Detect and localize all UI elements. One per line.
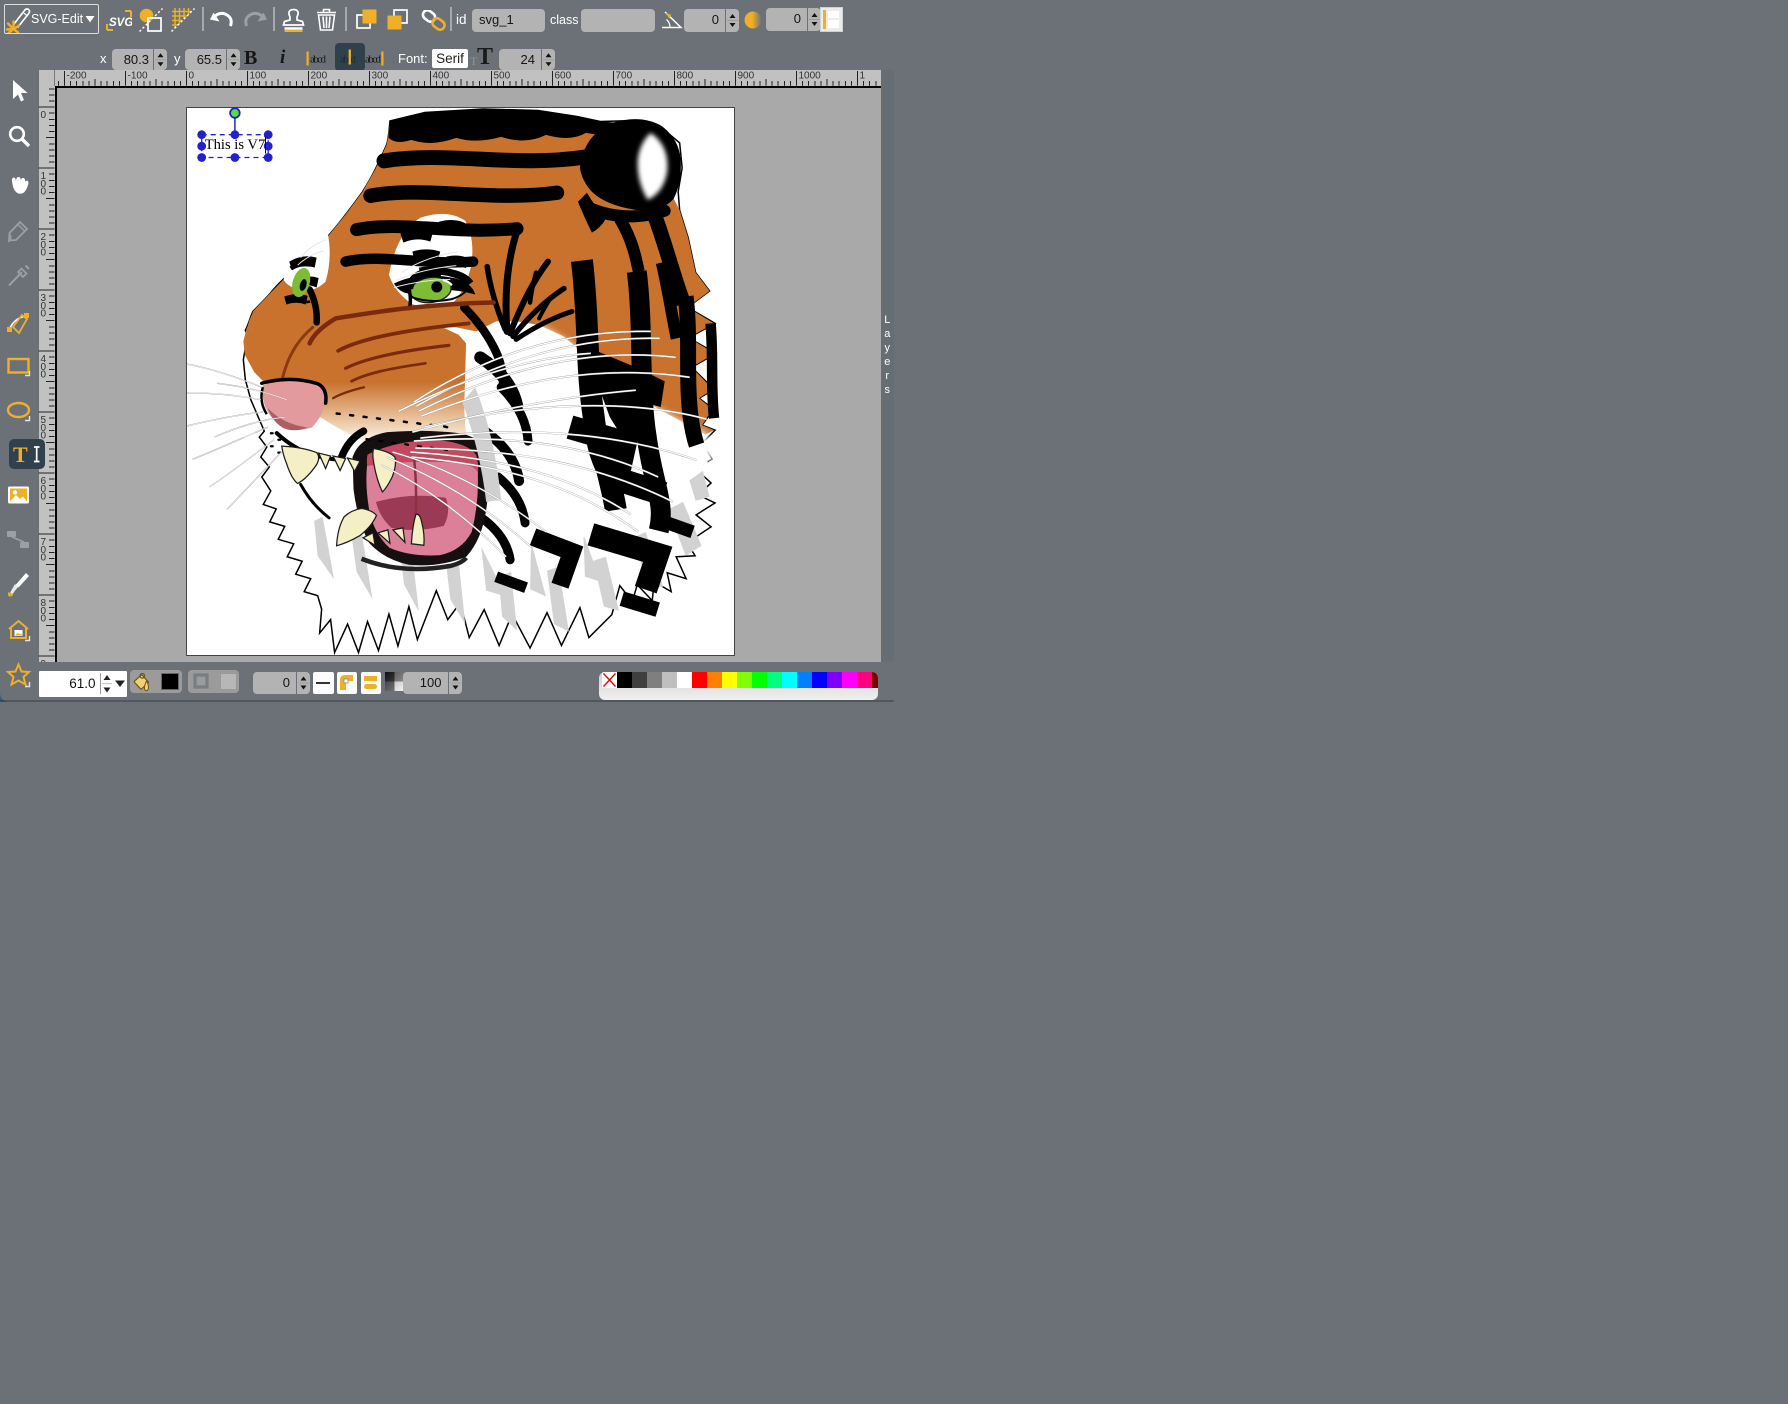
svg-text:0: 0 — [41, 553, 47, 564]
svg-text:800: 800 — [677, 71, 694, 82]
svg-text:500: 500 — [494, 71, 511, 82]
svg-text:400: 400 — [433, 71, 450, 82]
svg-text:1000: 1000 — [799, 71, 822, 82]
svg-text:900: 900 — [738, 71, 755, 82]
svg-text:-200: -200 — [67, 71, 87, 82]
svg-text:0: 0 — [41, 492, 47, 503]
svg-text:-100: -100 — [128, 71, 148, 82]
svg-text:0: 0 — [41, 248, 47, 259]
svg-text:0: 0 — [41, 110, 47, 121]
svg-text:abcd: abcd — [310, 54, 327, 66]
svg-text:600: 600 — [555, 71, 572, 82]
svg-text:700: 700 — [616, 71, 633, 82]
svg-text:300: 300 — [372, 71, 389, 82]
svg-text:100: 100 — [250, 71, 267, 82]
svg-text:0: 0 — [189, 71, 195, 82]
svg-text:0: 0 — [41, 309, 47, 320]
svg-text:abcd: abcd — [340, 54, 357, 66]
svg-text:0: 0 — [41, 370, 47, 381]
svg-text:T: T — [13, 443, 28, 466]
svg-text:SVG: SVG — [109, 17, 132, 29]
svg-text:abcd: abcd — [365, 54, 382, 66]
svg-text:1: 1 — [860, 71, 866, 82]
svg-text:200: 200 — [311, 71, 328, 82]
svg-text:0: 0 — [41, 187, 47, 198]
svg-text:0: 0 — [41, 614, 47, 625]
